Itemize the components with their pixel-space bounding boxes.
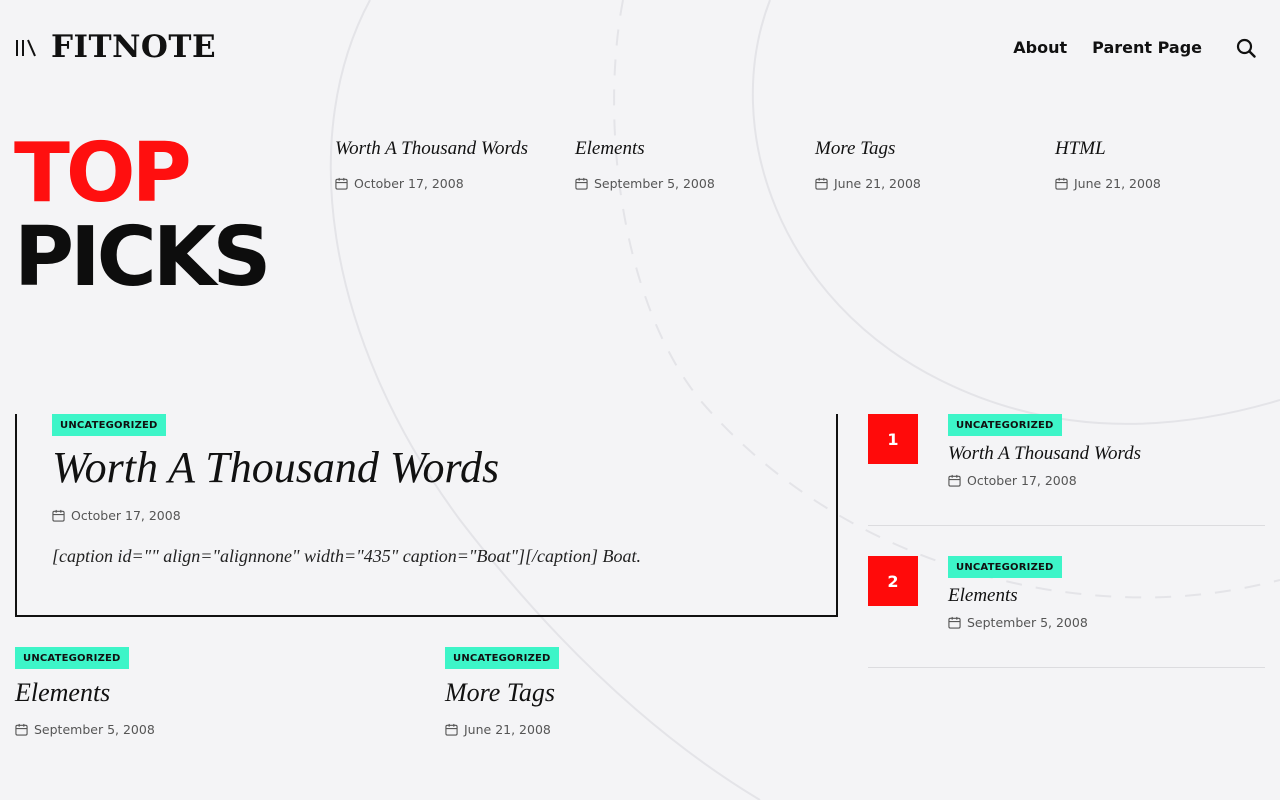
ranked-item-title[interactable]: Worth A Thousand Words (948, 443, 1141, 465)
calendar-icon (948, 474, 961, 487)
calendar-icon (15, 723, 28, 736)
post-card-title[interactable]: More Tags (445, 678, 845, 708)
category-badge[interactable]: UNCATEGORIZED (445, 647, 559, 669)
post-card: UNCATEGORIZED Elements September 5, 2008 (15, 647, 415, 737)
calendar-icon (335, 177, 348, 190)
nav-item-parent-page[interactable]: Parent Page (1092, 38, 1202, 57)
calendar-icon (948, 616, 961, 629)
section-title-top: TOP (14, 126, 192, 221)
top-pick-title[interactable]: Worth A Thousand Words (335, 138, 565, 160)
top-pick-title[interactable]: More Tags (815, 138, 1045, 160)
divider (868, 667, 1265, 668)
post-excerpt: [caption id="" align="alignnone" width="… (52, 546, 642, 566)
category-badge[interactable]: UNCATEGORIZED (948, 556, 1062, 578)
top-pick-item: HTML June 21, 2008 (1055, 138, 1265, 191)
post-date: June 21, 2008 (445, 722, 845, 737)
site-header: FITNOTE About Parent Page (0, 0, 1280, 96)
ranked-item-body: UNCATEGORIZED Elements September 5, 2008 (948, 556, 1088, 630)
date-text: June 21, 2008 (1074, 176, 1161, 191)
section-title: TOP PICKS (14, 126, 271, 305)
ranked-list-item: 2 UNCATEGORIZED Elements September 5, 20… (868, 556, 1265, 668)
date-text: October 17, 2008 (354, 176, 464, 191)
post-date: October 17, 2008 (948, 473, 1141, 488)
section-title-picks: PICKS (14, 210, 271, 305)
post-card: UNCATEGORIZED More Tags June 21, 2008 (445, 647, 845, 737)
rank-number: 2 (868, 556, 918, 606)
calendar-icon (1055, 177, 1068, 190)
ranked-item-body: UNCATEGORIZED Worth A Thousand Words Oct… (948, 414, 1141, 488)
date-text: June 21, 2008 (464, 722, 551, 737)
top-pick-item: More Tags June 21, 2008 (815, 138, 1045, 191)
calendar-icon (815, 177, 828, 190)
post-date: September 5, 2008 (575, 176, 805, 191)
date-text: September 5, 2008 (967, 615, 1088, 630)
date-text: October 17, 2008 (71, 508, 181, 523)
top-pick-title[interactable]: HTML (1055, 138, 1265, 160)
rank-number: 1 (868, 414, 918, 464)
post-date: September 5, 2008 (15, 722, 415, 737)
search-icon[interactable] (1236, 38, 1256, 58)
divider (868, 525, 1265, 526)
top-pick-item: Elements September 5, 2008 (575, 138, 805, 191)
category-badge[interactable]: UNCATEGORIZED (15, 647, 129, 669)
date-text: September 5, 2008 (594, 176, 715, 191)
nav-item-about[interactable]: About (1013, 38, 1067, 57)
date-text: October 17, 2008 (967, 473, 1077, 488)
top-pick-item: Worth A Thousand Words October 17, 2008 (335, 138, 565, 191)
post-date: October 17, 2008 (52, 508, 181, 523)
date-text: September 5, 2008 (34, 722, 155, 737)
site-logo[interactable]: FITNOTE (51, 29, 216, 65)
calendar-icon (52, 509, 65, 522)
top-pick-title[interactable]: Elements (575, 138, 805, 160)
date-text: June 21, 2008 (834, 176, 921, 191)
main-nav: About Parent Page (1013, 38, 1202, 57)
featured-post: UNCATEGORIZED Worth A Thousand Words Oct… (15, 414, 838, 617)
post-date: June 21, 2008 (1055, 176, 1265, 191)
category-badge[interactable]: UNCATEGORIZED (52, 414, 166, 436)
menu-icon[interactable] (15, 38, 37, 58)
ranked-list-item: 1 UNCATEGORIZED Worth A Thousand Words O… (868, 414, 1265, 526)
post-card-title[interactable]: Elements (15, 678, 415, 708)
post-date: October 17, 2008 (335, 176, 565, 191)
post-date: June 21, 2008 (815, 176, 1045, 191)
calendar-icon (575, 177, 588, 190)
featured-post-title[interactable]: Worth A Thousand Words (52, 442, 499, 493)
calendar-icon (445, 723, 458, 736)
ranked-item-title[interactable]: Elements (948, 585, 1088, 607)
post-date: September 5, 2008 (948, 615, 1088, 630)
category-badge[interactable]: UNCATEGORIZED (948, 414, 1062, 436)
